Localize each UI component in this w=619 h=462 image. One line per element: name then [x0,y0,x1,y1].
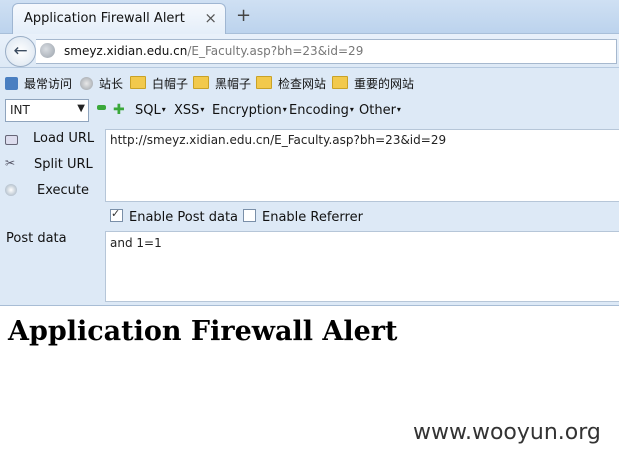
caret-icon: ▾ [349,105,354,114]
back-arrow-icon: ← [13,41,28,61]
folder-icon [256,76,272,89]
split-url-icon: ✂ [5,156,16,170]
bookmark-blackhat[interactable]: 黑帽子 [193,75,251,92]
folder-icon [332,76,348,89]
menu-xss[interactable]: XSS▾ [174,103,204,118]
tab-strip: Application Firewall Alert × + [0,0,619,34]
increase-icon[interactable]: ✚ [113,102,125,118]
caret-icon: ▾ [396,105,401,114]
menu-other[interactable]: Other▾ [359,103,401,118]
folder-icon [130,76,146,89]
navigation-bar: ← smeyz.xidian.edu.cn/E_Faculty.asp?bh=2… [0,34,619,68]
url-text: smeyz.xidian.edu.cn/E_Faculty.asp?bh=23&… [64,44,363,58]
post-data-label: Post data [6,231,67,246]
chevron-down-icon: ▼ [77,103,85,114]
menu-encryption[interactable]: Encryption▾ [212,103,287,118]
tab-active[interactable]: Application Firewall Alert × [12,3,226,34]
checkbox-unchecked [243,209,256,222]
bookmark-check-site[interactable]: 检查网站 [256,75,326,92]
star-folder-icon [5,77,18,90]
menu-sql[interactable]: SQL▾ [135,103,166,118]
caret-icon: ▾ [200,105,205,114]
globe-icon [80,77,93,90]
decrease-icon[interactable] [97,105,106,110]
back-button[interactable]: ← [5,36,36,67]
page-heading: Application Firewall Alert [8,316,398,347]
enable-post-checkbox[interactable]: Enable Post data [110,207,238,225]
caret-icon: ▾ [161,105,166,114]
load-url-icon [5,135,18,145]
post-data-textarea[interactable]: and 1=1 [105,231,619,302]
menu-encoding[interactable]: Encoding▾ [289,103,354,118]
folder-icon [193,76,209,89]
bookmark-whitehat[interactable]: 白帽子 [130,75,188,92]
url-textarea[interactable]: http://smeyz.xidian.edu.cn/E_Faculty.asp… [105,129,619,202]
hackbar-panel: Load URL ✂ Split URL Execute http://smey… [0,125,619,306]
checkbox-checked [110,207,123,222]
type-select-value: INT [10,103,30,117]
enable-referrer-checkbox[interactable]: Enable Referrer [243,209,363,225]
address-bar[interactable]: smeyz.xidian.edu.cn/E_Faculty.asp?bh=23&… [36,39,617,64]
bookmark-frequent[interactable]: 最常访问 [5,75,72,92]
type-select[interactable]: INT ▼ [5,99,89,122]
execute-icon [5,184,17,196]
bookmark-important-sites[interactable]: 重要的网站 [332,75,414,92]
new-tab-icon[interactable]: + [236,5,251,26]
watermark: www.wooyun.org [413,420,601,445]
url-path: /E_Faculty.asp?bh=23&id=29 [187,44,364,58]
caret-icon: ▾ [282,105,287,114]
tab-title: Application Firewall Alert [24,11,185,26]
bookmark-webmaster[interactable]: 站长 [80,75,123,92]
close-icon[interactable]: × [204,9,217,27]
hackbar-toolbar: INT ▼ ✚ SQL▾ XSS▾ Encryption▾ Encoding▾ … [0,98,619,125]
site-identity-icon[interactable] [40,43,55,58]
url-textarea-value: http://smeyz.xidian.edu.cn/E_Faculty.asp… [110,133,447,147]
url-domain: smeyz.xidian.edu.cn [64,44,188,58]
post-data-value: and 1=1 [110,236,162,250]
bookmarks-toolbar: 最常访问 站长 白帽子 黑帽子 检查网站 重要的网站 [0,68,619,99]
